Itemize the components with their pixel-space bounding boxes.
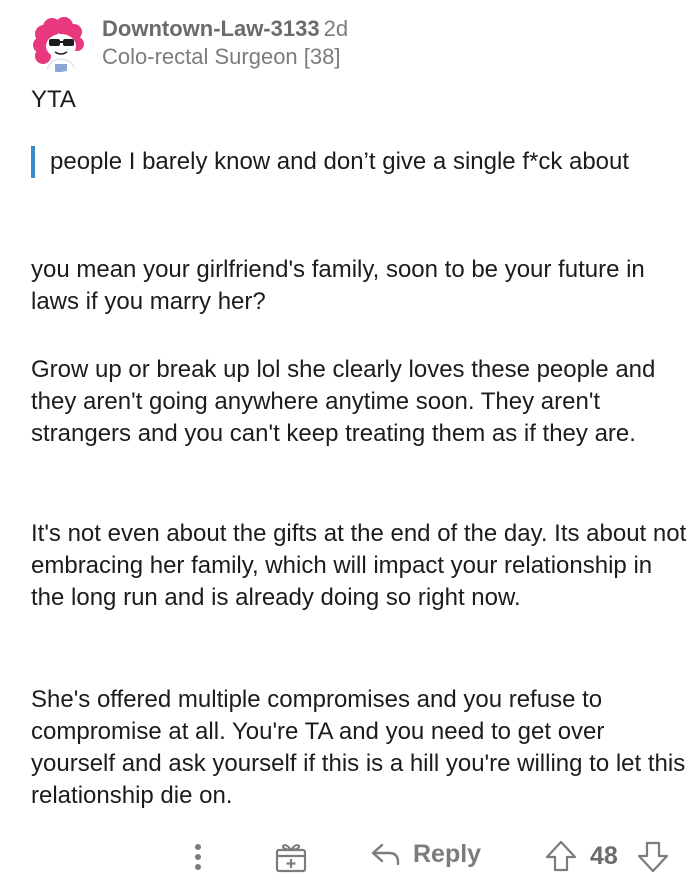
gift-award-icon bbox=[275, 844, 307, 873]
more-options-button[interactable] bbox=[186, 842, 210, 872]
reply-button[interactable]: Reply bbox=[369, 839, 481, 869]
downvote-arrow-icon bbox=[637, 841, 669, 873]
upvote-arrow-icon bbox=[545, 840, 577, 872]
comment-actions: Reply 48 bbox=[0, 832, 700, 882]
paragraph-2: Grow up or break up lol she clearly love… bbox=[31, 356, 656, 447]
downvote-button[interactable] bbox=[636, 840, 670, 874]
paragraph-1: you mean your girlfriend's family, soon … bbox=[31, 256, 645, 315]
more-vertical-icon bbox=[195, 844, 201, 870]
avatar[interactable] bbox=[30, 14, 88, 72]
upvote-button[interactable] bbox=[544, 839, 578, 873]
quote-text: people I barely know and don’t give a si… bbox=[50, 148, 630, 175]
blockquote: people I barely know and don’t give a si… bbox=[31, 146, 670, 178]
user-flair: Colo-rectal Surgeon [38] bbox=[102, 44, 341, 69]
verdict-text: YTA bbox=[31, 86, 76, 113]
comment: Downtown-Law-3133 2d Colo-rectal Surgeon … bbox=[0, 0, 700, 893]
username-link[interactable]: Downtown-Law-3133 bbox=[102, 16, 320, 41]
score: 48 bbox=[590, 842, 618, 871]
paragraph-4: She's offered multiple compromises and y… bbox=[31, 686, 686, 809]
avatar-snoo-icon bbox=[30, 14, 88, 72]
award-button[interactable] bbox=[274, 841, 308, 873]
paragraph-3: It's not even about the gifts at the end… bbox=[31, 520, 687, 611]
reply-label: Reply bbox=[413, 839, 482, 868]
vote-count: 48 bbox=[590, 842, 618, 870]
comment-meta: Downtown-Law-3133 2d Colo-rectal Surgeon … bbox=[102, 15, 348, 71]
meta-line: Downtown-Law-3133 2d bbox=[102, 15, 348, 43]
comment-header: Downtown-Law-3133 2d Colo-rectal Surgeon … bbox=[30, 14, 348, 74]
comment-age: 2d bbox=[323, 16, 349, 41]
reply-arrow-icon bbox=[371, 843, 400, 866]
